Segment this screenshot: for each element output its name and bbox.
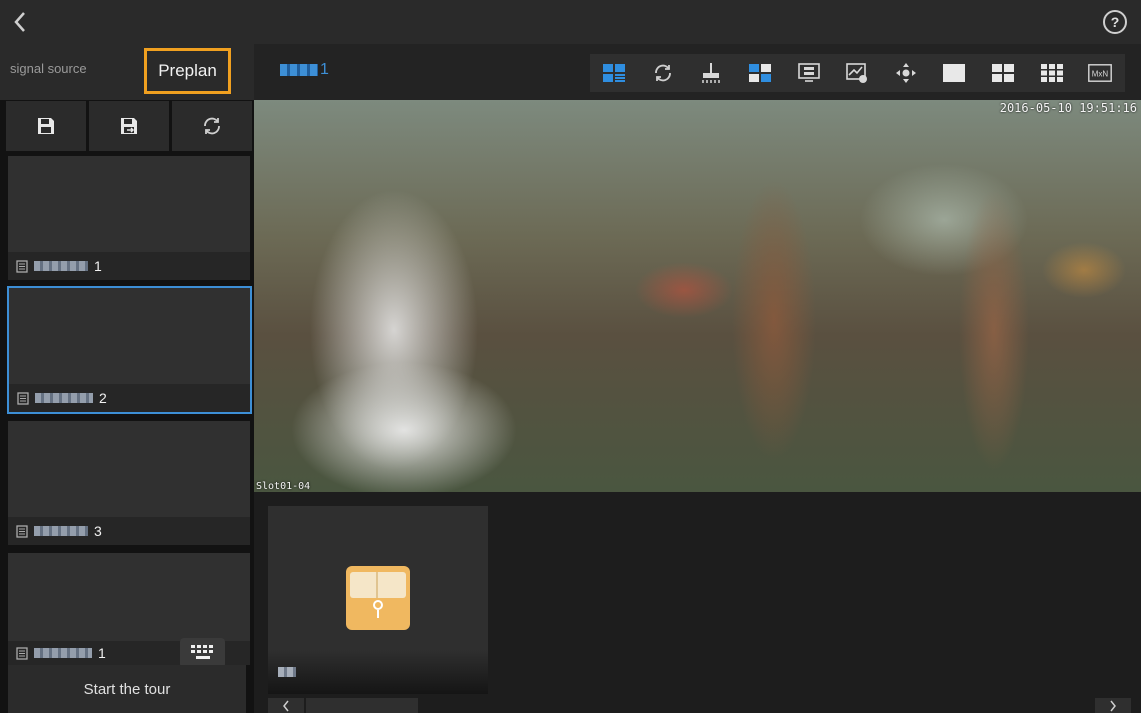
help-icon: ? xyxy=(1110,14,1120,30)
video-wall-name[interactable]: 1 xyxy=(280,61,329,79)
window-split-button[interactable] xyxy=(736,54,785,92)
wall-name-suffix: 1 xyxy=(320,61,329,78)
ptz-control-icon xyxy=(895,63,916,83)
tab-preplan[interactable]: Preplan xyxy=(144,48,231,94)
plan-footer: 1 xyxy=(8,252,250,280)
single-window-button[interactable] xyxy=(930,54,979,92)
start-tour-button[interactable]: Start the tour xyxy=(8,665,246,713)
plan-name-redacted xyxy=(35,393,93,403)
monitor-icon xyxy=(846,63,868,83)
nine-window-icon xyxy=(1040,64,1063,82)
plan-name-suffix: 1 xyxy=(94,258,102,274)
save-button[interactable] xyxy=(6,101,86,151)
keyboard-button[interactable] xyxy=(180,638,225,668)
main-area: 1 MxN 2016-05-10 19:51:16 Slot01-04 xyxy=(254,44,1141,713)
scroll-right-button[interactable] xyxy=(1095,698,1131,713)
plan-name-suffix: 3 xyxy=(94,523,102,539)
help-button[interactable]: ? xyxy=(1103,10,1127,34)
plan-name-redacted xyxy=(34,261,88,271)
chevron-left-icon xyxy=(283,700,289,711)
plan-tile-strip xyxy=(254,492,1141,713)
start-tour-label: Start the tour xyxy=(83,680,171,698)
four-window-button[interactable] xyxy=(979,54,1028,92)
plan-name-redacted xyxy=(34,526,88,536)
mxn-label: MxN xyxy=(1092,70,1109,79)
tab-preplan-label: Preplan xyxy=(158,61,217,80)
document-icon xyxy=(16,646,28,660)
source-tabs: signal source Preplan xyxy=(0,44,254,100)
wall-name-redacted xyxy=(280,64,318,76)
layout-list-button[interactable] xyxy=(590,54,639,92)
single-window-icon xyxy=(943,64,966,82)
save-icon xyxy=(38,118,54,134)
clear-wall-button[interactable] xyxy=(687,54,736,92)
chevron-left-icon xyxy=(14,12,25,32)
refresh-icon xyxy=(204,117,220,135)
plan-item[interactable]: 3 xyxy=(8,421,250,545)
window-split-icon xyxy=(749,64,772,82)
screen-settings-button[interactable] xyxy=(784,54,833,92)
left-panel: signal source Preplan 1 2 3 1 Start the … xyxy=(0,44,254,713)
four-window-icon xyxy=(992,64,1015,82)
video-window[interactable]: 2016-05-10 19:51:16 Slot01-04 xyxy=(254,100,1141,492)
document-icon xyxy=(16,524,28,538)
plan-footer: 2 xyxy=(9,384,250,412)
tile-name-redacted xyxy=(278,667,296,677)
plan-actions xyxy=(6,101,252,151)
plan-item-selected[interactable]: 2 xyxy=(7,286,252,414)
document-icon xyxy=(16,259,28,273)
scroll-track[interactable] xyxy=(306,698,418,713)
monitor-button[interactable] xyxy=(833,54,882,92)
video-timestamp: 2016-05-10 19:51:16 xyxy=(999,101,1137,115)
nine-window-button[interactable] xyxy=(1027,54,1076,92)
wall-header: 1 MxN xyxy=(254,44,1141,100)
layout-list-icon xyxy=(603,64,626,82)
plan-name-suffix: 2 xyxy=(99,390,107,406)
folder-icon xyxy=(346,566,410,630)
ptz-control-button[interactable] xyxy=(882,54,931,92)
keyboard-icon xyxy=(190,645,213,659)
refresh-button[interactable] xyxy=(172,101,252,151)
plan-tile[interactable] xyxy=(268,506,488,694)
tile-footer xyxy=(268,650,488,694)
plan-footer: 3 xyxy=(8,517,250,545)
plan-name-redacted xyxy=(34,648,92,658)
plan-item[interactable]: 1 xyxy=(8,156,250,280)
custom-split-icon: MxN xyxy=(1088,64,1113,82)
clear-wall-icon xyxy=(702,63,721,83)
tab-signal-source[interactable]: signal source xyxy=(10,61,87,76)
save-as-icon xyxy=(121,118,137,134)
top-bar: ? xyxy=(0,0,1141,44)
chevron-right-icon xyxy=(1110,700,1116,711)
wall-toolbar: MxN xyxy=(590,54,1125,92)
refresh-wall-button[interactable] xyxy=(639,54,688,92)
refresh-icon xyxy=(654,64,671,82)
video-slot-label: Slot01-04 xyxy=(256,481,311,492)
app-root: ? signal source Preplan 1 2 3 1 Start th… xyxy=(0,0,1141,713)
screen-settings-icon xyxy=(797,63,820,82)
scroll-left-button[interactable] xyxy=(268,698,304,713)
custom-split-button[interactable]: MxN xyxy=(1076,54,1125,92)
document-icon xyxy=(17,391,29,405)
plan-name-suffix: 1 xyxy=(98,645,106,661)
save-as-button[interactable] xyxy=(89,101,169,151)
back-button[interactable] xyxy=(6,8,34,36)
